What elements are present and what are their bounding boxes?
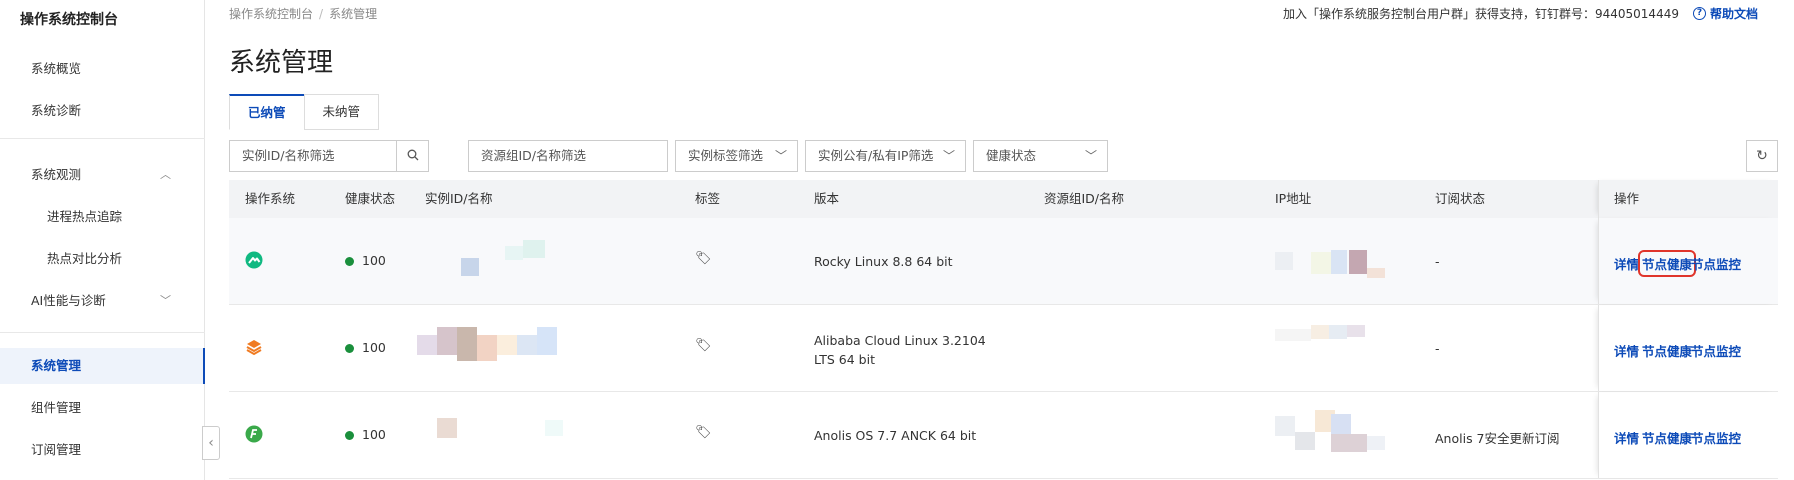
col-instance: 实例ID/名称: [425, 191, 493, 206]
search-icon[interactable]: [396, 140, 428, 172]
subscription-status: -: [1435, 341, 1440, 356]
table-header: 操作系统 健康状态 实例ID/名称 标签 版本 资源组ID/名称 IP地址 订阅…: [229, 180, 1778, 218]
sidebar-item-ai-diagnosis[interactable]: AI性能与诊断 ﹀: [0, 283, 205, 319]
sidebar-item-label: 系统观测: [31, 167, 82, 182]
col-subscription: 订阅状态: [1435, 191, 1486, 206]
tab-managed[interactable]: 已纳管: [229, 94, 305, 130]
ip-address-redacted: [1275, 325, 1385, 345]
instance-id-redacted[interactable]: [425, 418, 565, 442]
console-title: 操作系统控制台: [20, 12, 118, 28]
resource-group-input[interactable]: 资源组ID/名称筛选: [468, 140, 668, 172]
breadcrumb-root[interactable]: 操作系统控制台: [229, 7, 313, 21]
help-icon: ?: [1692, 7, 1706, 20]
detail-link[interactable]: 详情: [1614, 428, 1639, 447]
sidebar-item-component-management[interactable]: 组件管理: [0, 390, 205, 426]
health-status-dot: [345, 344, 354, 353]
col-actions: 操作: [1614, 191, 1640, 206]
sidebar-item-observation[interactable]: 系统观测 ︿: [0, 157, 205, 193]
table-row: 100 🏷 Rocky Linux 8.8 64 bit - 详情 节点健康 节…: [229, 218, 1778, 305]
col-resource-group: 资源组ID/名称: [1044, 191, 1125, 206]
table-row: 100 🏷 Anolis OS 7.7 ANCK 64 bit Anolis 7…: [229, 392, 1778, 479]
col-os: 操作系统: [245, 191, 296, 206]
tag-icon[interactable]: 🏷: [695, 425, 712, 440]
chevron-down-icon: ﹀: [942, 149, 955, 163]
breadcrumb: 操作系统控制台 / 系统管理: [229, 7, 378, 21]
rocky-linux-icon: [245, 251, 263, 272]
detail-link[interactable]: 详情: [1614, 341, 1639, 360]
health-score: 100: [345, 427, 386, 442]
sidebar-item-diagnosis[interactable]: 系统诊断: [0, 93, 205, 129]
chevron-down-icon: ﹀: [774, 149, 787, 163]
health-score: 100: [345, 340, 386, 355]
detail-link[interactable]: 详情: [1614, 254, 1639, 273]
tag-icon[interactable]: 🏷: [695, 251, 712, 266]
sidebar-item-subscription-management[interactable]: 订阅管理: [0, 432, 205, 468]
chevron-down-icon: ﹀: [1084, 149, 1097, 163]
ip-address-redacted: [1275, 410, 1385, 456]
sidebar: 操作系统控制台 系统概览 系统诊断 系统观测 ︿ 进程热点追踪 热点对比分析 A…: [0, 0, 205, 480]
breadcrumb-current: 系统管理: [329, 7, 378, 21]
col-ip: IP地址: [1275, 191, 1312, 206]
col-version: 版本: [814, 191, 840, 206]
sidebar-item-system-management[interactable]: 系统管理: [0, 348, 205, 384]
instance-search-input[interactable]: 实例ID/名称筛选: [229, 140, 429, 172]
sidebar-item-hotspot-compare[interactable]: 热点对比分析: [0, 241, 205, 277]
page-title: 系统管理: [229, 48, 334, 78]
node-monitor-link[interactable]: 节点监控: [1691, 428, 1741, 447]
node-health-link[interactable]: 节点健康: [1637, 250, 1697, 277]
ip-filter-select[interactable]: 实例公有/私有IP筛选 ﹀: [805, 140, 966, 172]
subscription-status: -: [1435, 254, 1440, 269]
node-monitor-link[interactable]: 节点监控: [1691, 254, 1741, 273]
os-version: Rocky Linux 8.8 64 bit: [814, 254, 953, 269]
instance-table: 操作系统 健康状态 实例ID/名称 标签 版本 资源组ID/名称 IP地址 订阅…: [229, 180, 1778, 479]
health-status-dot: [345, 431, 354, 440]
chevron-down-icon: ﹀: [160, 294, 171, 307]
tab-bar: 已纳管 未纳管: [229, 94, 380, 130]
os-version: Anolis OS 7.7 ANCK 64 bit: [814, 428, 977, 443]
col-health: 健康状态: [345, 191, 396, 206]
os-version: Alibaba Cloud Linux 3.2104 LTS 64 bit: [814, 333, 986, 367]
health-score: 100: [345, 253, 386, 268]
tag-filter-select[interactable]: 实例标签筛选 ﹀: [675, 140, 798, 172]
node-monitor-link[interactable]: 节点监控: [1691, 341, 1741, 360]
health-status-dot: [345, 257, 354, 266]
col-tags: 标签: [695, 191, 721, 206]
sidebar-item-overview[interactable]: 系统概览: [0, 51, 205, 87]
instance-id-redacted[interactable]: [417, 327, 577, 363]
subscription-status: Anolis 7安全更新订阅: [1435, 431, 1560, 446]
health-filter-select[interactable]: 健康状态 ﹀: [973, 140, 1108, 172]
sidebar-item-label: AI性能与诊断: [31, 293, 106, 308]
anolis-os-icon: [245, 425, 263, 446]
support-text: 加入「操作系统服务控制台用户群」获得支持，钉钉群号：94405014449: [1282, 7, 1679, 21]
tab-unmanaged[interactable]: 未纳管: [303, 94, 380, 130]
tag-icon[interactable]: 🏷: [695, 338, 712, 353]
table-row: 100 🏷 Alibaba Cloud Linux 3.2104 LTS 64 …: [229, 305, 1778, 392]
alibaba-cloud-linux-icon: [245, 338, 263, 359]
refresh-icon[interactable]: ↻: [1746, 140, 1778, 172]
support-banner: 加入「操作系统服务控制台用户群」获得支持，钉钉群号：94405014449 ? …: [1283, 5, 1758, 22]
help-docs-link[interactable]: ? 帮助文档: [1692, 5, 1758, 22]
ip-address-redacted: [1275, 248, 1385, 288]
sidebar-collapse-button[interactable]: ‹: [202, 426, 220, 460]
sidebar-item-hotspot-trace[interactable]: 进程热点追踪: [0, 199, 205, 235]
node-health-link[interactable]: 节点健康: [1642, 428, 1692, 447]
instance-id-redacted[interactable]: [425, 240, 545, 278]
node-health-link[interactable]: 节点健康: [1642, 341, 1692, 360]
chevron-up-icon: ︿: [160, 168, 171, 181]
